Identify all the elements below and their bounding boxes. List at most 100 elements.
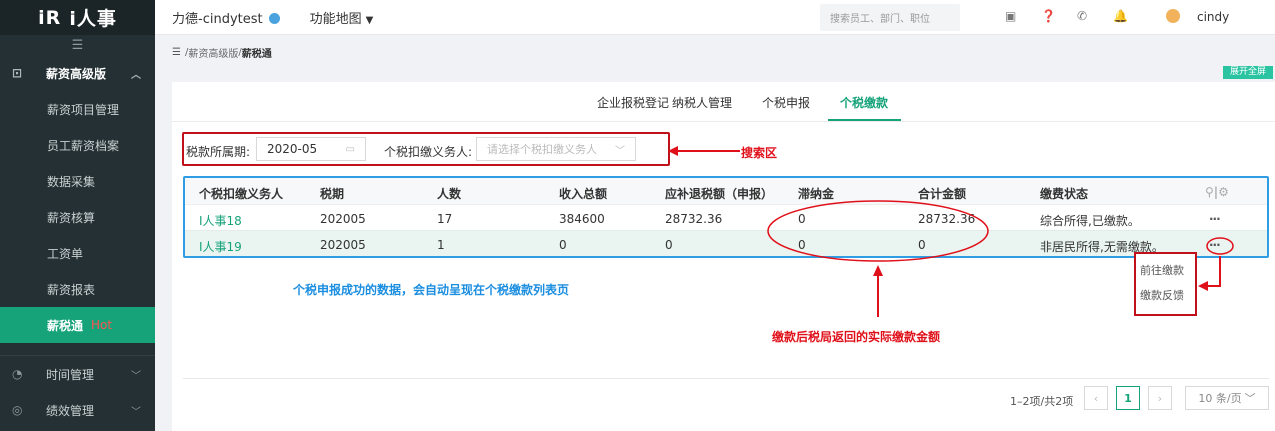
sidebar-group-label: 时间管理 [46, 367, 95, 382]
cell: 202005 [320, 212, 366, 226]
hot-badge: Hot [91, 318, 113, 332]
sidebar-group-payroll[interactable]: ⊡ 薪资高级版 ︿ [0, 55, 155, 91]
page-number[interactable]: 1 [1116, 386, 1140, 410]
sidebar-item-payslip[interactable]: 工资单 [0, 235, 155, 271]
help-icon[interactable]: ❓ [1041, 9, 1056, 23]
annotation-search-area: 搜索区 [741, 146, 778, 160]
tax-payment-table: 个税扣缴义务人 税期 人数 收入总额 应补退税额（申报） 滞纳金 合计金额 缴费… [183, 176, 1269, 258]
folder-icon: ⊡ [12, 66, 23, 80]
top-bar: 力德-cindytest 功能地图 ▼ 搜索员工、部门、职位 ▣ ❓ ✆ 🔔 ci… [155, 0, 1275, 35]
cell: 综合所得,已缴款。 [1040, 214, 1140, 228]
bell-icon[interactable]: 🔔 [1113, 9, 1128, 23]
global-search-input[interactable]: 搜索员工、部门、职位 [820, 4, 960, 31]
avatar[interactable] [1166, 9, 1180, 23]
divider [183, 378, 1269, 379]
table-row[interactable]: I人事18 202005 17 384600 28732.36 0 28732.… [185, 204, 1267, 230]
tab-enterprise-tax-register[interactable]: 企业报税登记 [597, 94, 669, 111]
sidebar-group-performance[interactable]: ◎ 绩效管理 ﹀ [0, 392, 155, 428]
active-tab-indicator [828, 119, 901, 121]
sidebar-group-time[interactable]: ◔ 时间管理 ﹀ [0, 356, 155, 392]
agent-label: 个税扣缴义务人: [384, 145, 473, 159]
col-header[interactable]: 滞纳金 [798, 185, 834, 202]
next-page-button[interactable]: › [1148, 386, 1172, 410]
cell: 1 [437, 238, 445, 252]
chevron-down-icon: ﹀ [1244, 392, 1256, 405]
company-label: 力德-cindytest [172, 11, 263, 27]
period-input[interactable]: 2020-05 ▭ [256, 137, 366, 161]
sidebar-item-data-collection[interactable]: 数据采集 [0, 163, 155, 199]
cell: 0 [559, 238, 567, 252]
cell: 0 [798, 212, 806, 226]
more-actions-icon[interactable]: ··· [1209, 212, 1221, 226]
col-header[interactable]: 合计金额 [918, 185, 966, 202]
chevron-down-icon: ﹀ [131, 370, 141, 382]
sidebar-item-salary-report[interactable]: 薪资报表 [0, 271, 155, 307]
video-icon[interactable]: ▣ [1005, 9, 1016, 23]
prev-page-button[interactable]: ‹ [1084, 386, 1108, 410]
cell: 0 [665, 238, 673, 252]
chevron-down-icon: ﹀ [131, 406, 141, 418]
sidebar-item-salary-items[interactable]: 薪资项目管理 [0, 91, 155, 127]
cell: 202005 [320, 238, 366, 252]
agent-link[interactable]: I人事18 [199, 212, 242, 229]
sidebar-item-label: 薪税通 [47, 318, 84, 333]
caret-down-icon: ▼ [365, 14, 374, 26]
settings-dot-icon[interactable] [268, 12, 280, 24]
col-header[interactable]: 个税扣缴义务人 [199, 185, 283, 202]
menu-item-payment-feedback[interactable]: 缴款反馈 [1140, 287, 1184, 303]
cell: 0 [798, 238, 806, 252]
row-action-menu: 前往缴款 缴款反馈 [1134, 252, 1197, 316]
company-name[interactable]: 力德-cindytest [172, 8, 280, 27]
sidebar-item-salary-calc[interactable]: 薪资核算 [0, 199, 155, 235]
sidebar-group-label: 薪资高级版 [46, 66, 107, 81]
agent-select[interactable]: 请选择个税扣缴义务人 ﹀ [476, 137, 636, 161]
pagination-summary: 1–2项/共2项 [1010, 395, 1074, 408]
fullscreen-button[interactable]: 展开全屏 [1223, 66, 1273, 79]
more-actions-icon[interactable]: ··· [1209, 238, 1221, 252]
page-size-label: 10 条/页 [1198, 392, 1242, 405]
phone-icon[interactable]: ✆ [1077, 9, 1087, 23]
clock-icon: ◔ [12, 367, 23, 381]
cell: 384600 [559, 212, 605, 226]
tab-bar: 企业报税登记 纳税人管理 个税申报 个税缴款 [172, 82, 1275, 122]
sidebar-item-salary-archive[interactable]: 员工薪资档案 [0, 127, 155, 163]
function-map-dropdown[interactable]: 功能地图 ▼ [310, 8, 374, 27]
chevron-up-icon: ︿ [131, 69, 141, 81]
target-icon: ◎ [12, 403, 23, 417]
period-value: 2020-05 [267, 142, 318, 156]
col-header[interactable]: 缴费状态 [1040, 185, 1088, 202]
col-header[interactable]: 税期 [320, 185, 344, 202]
tab-tax-payment[interactable]: 个税缴款 [840, 94, 888, 111]
annotation-actual-amount: 缴款后税局返回的实际缴款金额 [772, 330, 941, 344]
period-label: 税款所属期: [186, 145, 251, 159]
tab-taxpayer-management[interactable]: 纳税人管理 [672, 94, 732, 111]
table-row[interactable]: I人事19 202005 1 0 0 0 0 非居民所得,无需缴款。 ··· [185, 230, 1267, 256]
breadcrumb-current: 薪税通 [241, 48, 272, 60]
col-header[interactable]: 应补退税额（申报） [665, 185, 773, 202]
cell: 17 [437, 212, 453, 226]
function-map-label: 功能地图 [309, 11, 362, 27]
page-size-select[interactable]: 10 条/页 ﹀ [1185, 386, 1269, 410]
menu-icon[interactable]: ☰ [172, 47, 181, 58]
sidebar-item-tax[interactable]: 薪税通 Hot [0, 307, 155, 343]
logo-text: i人事 [69, 8, 117, 30]
logo-mark: iR [38, 6, 62, 29]
cell: 28732.36 [665, 212, 723, 226]
column-settings-icon[interactable]: ⚲|⚙ [1205, 185, 1229, 199]
calendar-icon: ▭ [345, 143, 355, 155]
col-header[interactable]: 收入总额 [559, 185, 607, 202]
breadcrumb: ☰ / 薪资高级版 / 薪税通 [155, 36, 1275, 68]
table-header: 个税扣缴义务人 税期 人数 收入总额 应补退税额（申报） 滞纳金 合计金额 缴费… [185, 178, 1267, 204]
breadcrumb-level1[interactable]: 薪资高级版 [188, 45, 238, 60]
app-logo[interactable]: iR i人事 [0, 0, 155, 35]
menu-toggle-icon[interactable]: ☰ [0, 35, 155, 55]
user-name[interactable]: cindy [1197, 10, 1229, 24]
menu-item-go-pay[interactable]: 前往缴款 [1140, 262, 1184, 278]
col-header[interactable]: 人数 [437, 185, 461, 202]
sidebar: iR i人事 ☰ ⊡ 薪资高级版 ︿ 薪资项目管理 员工薪资档案 数据采集 薪资… [0, 0, 155, 431]
agent-link[interactable]: I人事19 [199, 238, 242, 255]
agent-placeholder: 请选择个税扣缴义务人 [487, 143, 597, 156]
cell: 28732.36 [918, 212, 976, 226]
tab-tax-declaration[interactable]: 个税申报 [762, 94, 810, 111]
chevron-down-icon: ﹀ [615, 145, 625, 157]
